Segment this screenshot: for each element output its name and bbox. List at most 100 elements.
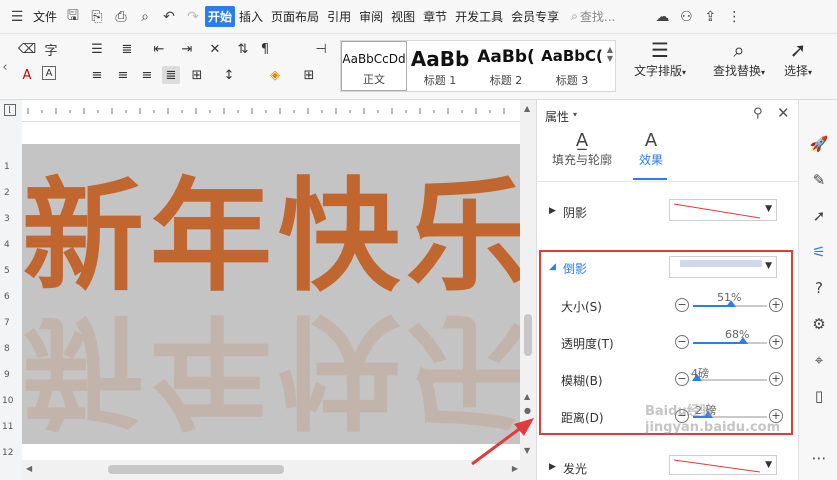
print-preview-icon[interactable]: ⌕ [136,8,154,26]
tab-fill-outline[interactable]: A̲ 填充与轮廓 [547,130,617,168]
numbered-list-icon[interactable]: ≣ [118,40,136,58]
blur-slider-row: 模糊(B) − 4磅 + [541,366,791,396]
text-box[interactable]: 新年快乐 新年快乐 [22,144,520,444]
style-heading-2[interactable]: AaBb( 标题 2 [473,41,539,91]
glow-expand-icon[interactable]: ▶ [549,462,556,472]
tab-home[interactable]: 开始 [205,6,236,27]
borders-icon[interactable]: ⊞ [300,66,318,84]
blur-increase-icon[interactable]: + [769,372,783,386]
search-box[interactable]: ⌕ 查找... [571,8,615,25]
hamburger-menu-icon[interactable]: ☰ [8,8,26,26]
style-name-heading-3: 标题 3 [555,74,589,87]
horizontal-scroll-thumb[interactable] [108,465,284,474]
horizontal-scrollbar[interactable]: ◀ ▶ [22,460,536,480]
tab-chapter[interactable]: 章节 [419,8,451,25]
text-layout-button[interactable]: ☰ 文字排版▾ [630,38,690,79]
reflection-label[interactable]: 倒影 [563,260,587,277]
style-heading-1[interactable]: AaBb 标题 1 [407,41,473,91]
shading-icon[interactable]: ◈ [266,66,284,84]
phonetic-icon[interactable]: 字 [42,40,60,59]
scroll-up-icon[interactable]: ▲ [524,104,530,113]
size-label: 大小(S) [561,300,602,314]
tab-member[interactable]: 会员专享 [507,8,563,25]
share-user-icon[interactable]: ⚇ [677,8,695,26]
help-icon[interactable]: ? [809,278,829,298]
properties-sliders-icon[interactable]: ⚟ [809,242,829,262]
undo-icon[interactable]: ↶ [160,8,178,26]
show-marks-icon[interactable]: ¶ [256,40,274,58]
export-pdf-icon[interactable]: ⎘ [88,8,106,26]
tab-review[interactable]: 审阅 [355,8,387,25]
print-icon[interactable]: ⎙ [112,8,130,26]
shadow-dropdown[interactable]: ▼ [669,199,777,221]
glow-dropdown[interactable]: ▼ [669,455,777,475]
pane-title-caret-icon[interactable]: ▾ [573,110,577,119]
align-center-icon[interactable]: ≡ [114,66,132,84]
cursor-arrow-icon: ➚ [789,38,807,62]
decrease-indent-icon[interactable]: ⇤ [150,40,168,58]
style-heading-3[interactable]: AaBbC( 标题 3 [539,41,605,91]
shadow-expand-icon[interactable]: ▶ [549,206,556,216]
vertical-ruler: ⌊ 1 2 3 4 5 6 7 8 9 10 11 12 [0,100,22,480]
save-icon[interactable]: 🖫 [64,8,82,26]
document-text[interactable]: 新年快乐 [22,172,520,302]
right-tool-strip: 🚀 ✎ ➚ ⚟ ? ⚙ ⌖ ▯ ⋯ [798,100,837,480]
distributed-icon[interactable]: ⊞ [188,66,206,84]
justify-icon[interactable]: ≣ [162,66,180,84]
vertical-scroll-thumb[interactable] [524,314,532,356]
transparency-slider-fill [693,342,743,344]
tab-selector-icon[interactable]: ⌊ [4,104,16,116]
library-book-icon[interactable]: ▯ [809,386,829,406]
clear-format-icon[interactable]: ⌫ [18,40,36,58]
tab-developer[interactable]: 开发工具 [451,8,507,25]
line-spacing-icon[interactable]: ↕ [220,66,238,84]
tab-page-layout[interactable]: 页面布局 [267,8,323,25]
style-normal[interactable]: AaBbCcDd 正文 [341,41,407,91]
tab-insert[interactable]: 插入 [235,8,267,25]
size-slider-row: 大小(S) − 51% + [541,291,791,322]
char-border-icon[interactable]: A [42,66,56,80]
reflection-collapse-icon[interactable]: ◢ [549,262,556,272]
find-replace-button[interactable]: ⌕ 查找替换▾ [708,38,770,79]
pin-icon[interactable]: ⚲ [753,106,763,121]
transparency-decrease-icon[interactable]: − [675,335,689,349]
bullet-list-icon[interactable]: ☰ [88,40,106,58]
tab-references[interactable]: 引用 [323,8,355,25]
sort-icon[interactable]: ⇅ [234,40,252,58]
tab-view[interactable]: 视图 [387,8,419,25]
location-pin-icon[interactable]: ⌖ [809,350,829,370]
redo-icon[interactable]: ↷ [184,8,202,26]
file-menu[interactable]: 文件 [29,8,61,25]
style-gallery-scroll-icon[interactable]: ▲ ▼ [607,45,613,63]
reflection-dropdown-caret-icon: ▼ [765,261,772,271]
font-color-icon[interactable]: A [18,66,36,84]
vertical-scrollbar[interactable]: ▲ ▲ ● ▼ ▼ [520,100,536,460]
ribbon-left-arrow-icon[interactable]: ‹ [0,58,10,76]
translate-icon[interactable]: ⚙ [809,314,829,334]
transparency-increase-icon[interactable]: + [769,335,783,349]
align-left-icon[interactable]: ≡ [88,66,106,84]
shadow-label[interactable]: 阴影 [563,204,587,221]
select-button[interactable]: ➚ 选择▾ [778,38,818,79]
pencil-icon[interactable]: ✎ [809,170,829,190]
blur-decrease-icon[interactable]: − [675,372,689,386]
prev-page-icon[interactable]: ▲ [524,392,530,401]
close-icon[interactable]: ✕ [777,104,790,122]
reflection-dropdown[interactable]: ▼ [669,256,777,278]
increase-indent-icon[interactable]: ⇥ [178,40,196,58]
size-decrease-icon[interactable]: − [675,298,689,312]
more-tools-icon[interactable]: ⋯ [809,448,829,468]
tab-stop-icon[interactable]: ⊣ [312,40,330,58]
rocket-icon[interactable]: 🚀 [809,134,829,154]
tab-effects[interactable]: A 效果 [633,130,669,168]
align-right-icon[interactable]: ≡ [138,66,156,84]
more-icon[interactable]: ⋮ [725,8,743,26]
glow-label[interactable]: 发光 [563,460,587,477]
size-increase-icon[interactable]: + [769,298,783,312]
share-icon[interactable]: ⇪ [701,8,719,26]
document-page[interactable]: 新年快乐 新年快乐 [22,122,520,460]
scroll-left-icon[interactable]: ◀ [26,464,32,473]
cloud-sync-icon[interactable]: ☁ [653,8,671,26]
select-pointer-icon[interactable]: ➚ [809,206,829,226]
chinese-layout-icon[interactable]: ✕ [206,40,224,58]
